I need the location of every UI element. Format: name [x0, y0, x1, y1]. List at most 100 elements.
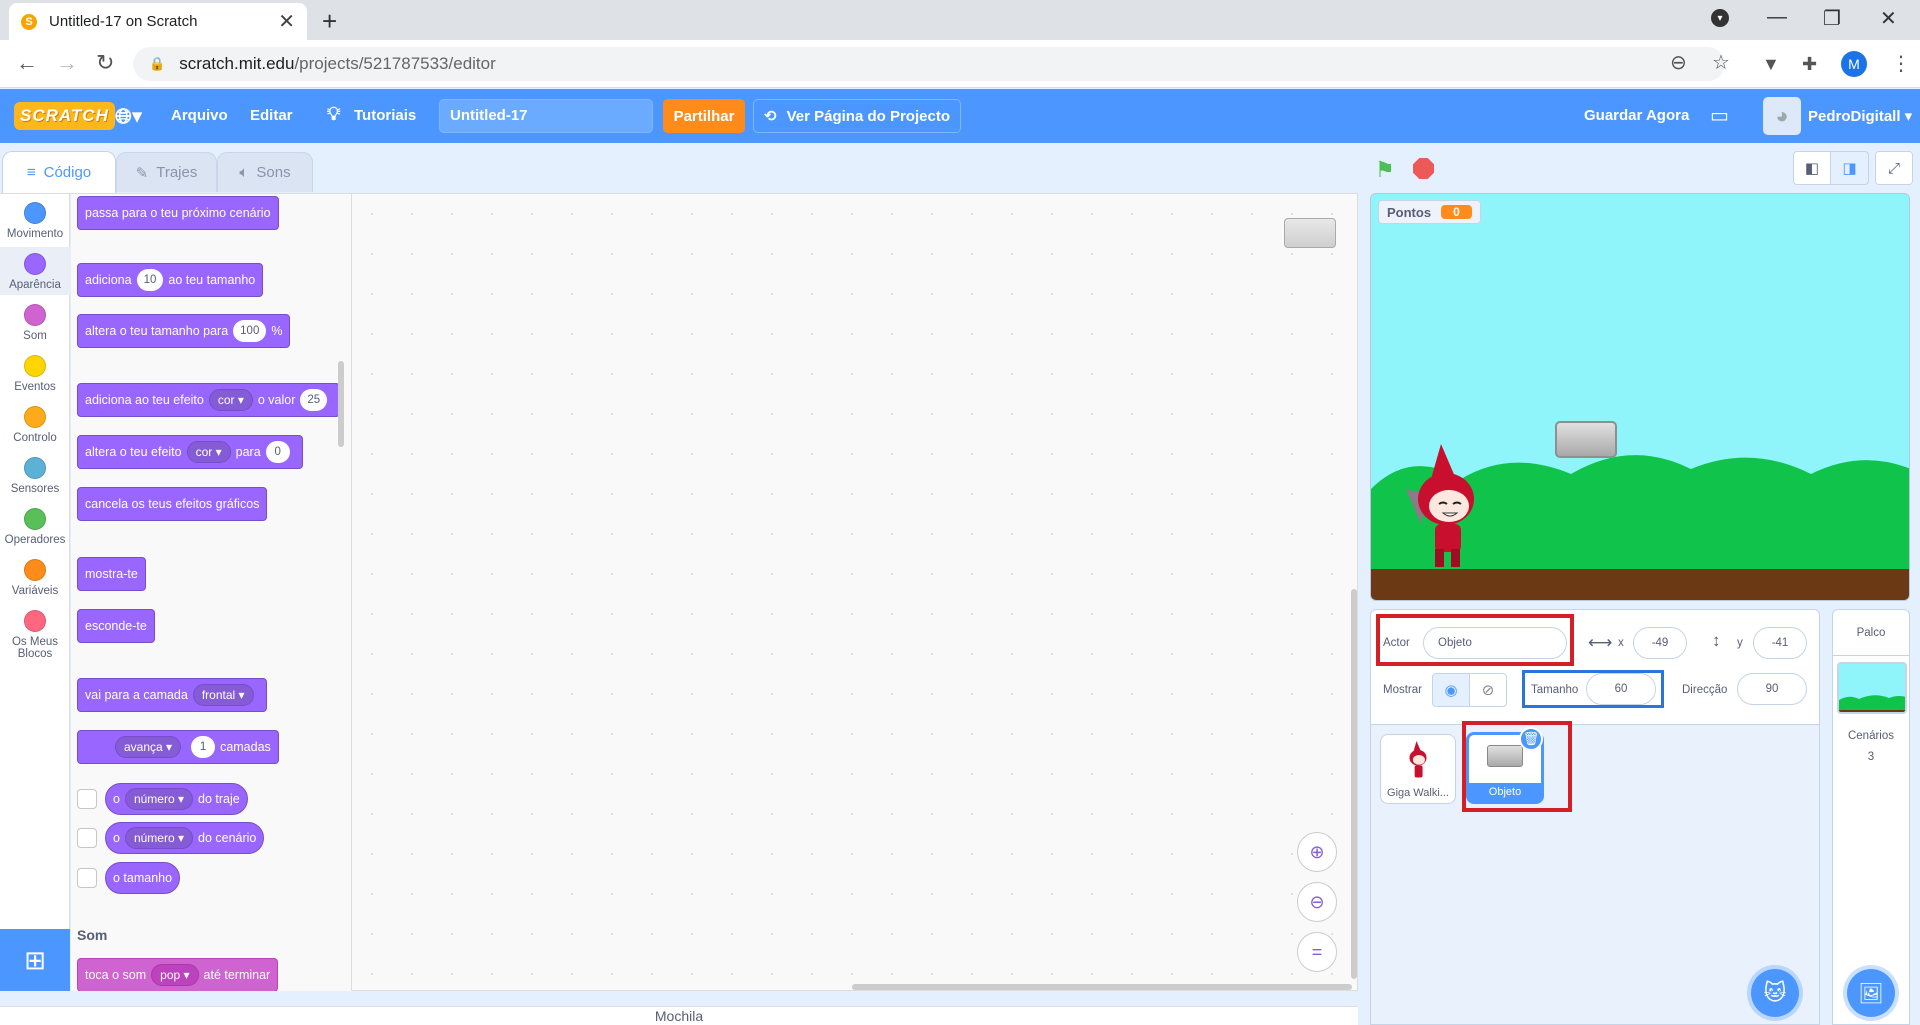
number-name-dropdown[interactable]: número ▾	[124, 827, 193, 849]
stage-target-panel[interactable]: Palco Cenários 3	[1832, 609, 1910, 1025]
share-button[interactable]: Partilhar	[663, 99, 745, 133]
backpack-header[interactable]: Mochila	[0, 1006, 1358, 1025]
direction-dropdown[interactable]: avança ▾	[115, 736, 182, 758]
layer-dropdown[interactable]: frontal ▾	[192, 684, 254, 706]
block-change-effect[interactable]: adiciona ao teu efeito cor ▾ o valor 25	[77, 383, 341, 417]
tab-search-icon[interactable]: ▾	[1711, 9, 1729, 27]
edit-menu[interactable]: Editar	[250, 107, 293, 124]
block-clear-effects[interactable]: cancela os teus efeitos gráficos	[77, 487, 268, 521]
sprite-card-giga[interactable]: Giga Walki...	[1380, 734, 1456, 804]
forward-icon[interactable]: →	[56, 50, 78, 76]
block-number-input[interactable]: 10	[136, 269, 164, 291]
sound-dropdown[interactable]: pop ▾	[151, 964, 199, 986]
extension-icon[interactable]: ▼	[1762, 54, 1780, 75]
monitor-checkbox[interactable]	[77, 789, 97, 809]
block-text: esconde-te	[85, 619, 147, 633]
add-extension-button[interactable]: ⊞	[0, 929, 70, 991]
variable-monitor[interactable]: Pontos 0	[1378, 200, 1481, 224]
script-area[interactable]: ⊕ ⊖ =	[351, 193, 1358, 991]
tab-sounds[interactable]: 🔈︎ Sons	[217, 152, 313, 192]
new-tab-icon[interactable]: +	[322, 6, 337, 37]
block-number-input[interactable]: 0	[265, 441, 290, 463]
category-motion[interactable]: Movimento	[0, 202, 70, 240]
project-title-input[interactable]: Untitled-17	[439, 99, 653, 133]
zoom-in-button[interactable]: ⊕	[1297, 832, 1337, 872]
add-sprite-button[interactable]: 🐱︎	[1751, 969, 1799, 1017]
fullscreen-button[interactable]: ⤢	[1875, 151, 1913, 185]
block-change-size[interactable]: adiciona 10 ao teu tamanho	[77, 263, 264, 297]
category-variables[interactable]: Variáveis	[0, 559, 70, 597]
script-area-vertical-scrollbar[interactable]	[1351, 589, 1357, 979]
block-go-layers[interactable]: avança ▾ 1 camadas	[77, 730, 279, 764]
zoom-reset-button[interactable]: =	[1297, 932, 1337, 972]
show-sprite-button[interactable]: ◉	[1432, 673, 1470, 707]
save-now-button[interactable]: Guardar Agora	[1584, 107, 1689, 124]
block-go-to-layer[interactable]: vai para a camada frontal ▾	[77, 678, 267, 712]
effect-dropdown[interactable]: cor ▾	[186, 441, 231, 463]
profile-avatar[interactable]: M	[1841, 51, 1867, 77]
block-show[interactable]: mostra-te	[77, 557, 146, 591]
giga-sprite[interactable]	[1401, 444, 1491, 569]
add-backdrop-button[interactable]: 🖼︎	[1847, 969, 1895, 1017]
backdrops-count: 3	[1867, 751, 1875, 763]
category-events[interactable]: Eventos	[0, 355, 70, 393]
reporter-size[interactable]: o tamanho	[105, 862, 181, 894]
back-icon[interactable]: ←	[16, 50, 38, 76]
y-position-input[interactable]: -41	[1753, 627, 1807, 659]
normal-stage-button[interactable]: ◨	[1831, 151, 1869, 185]
reporter-backdrop-number[interactable]: o número ▾ do cenário	[105, 822, 265, 854]
browser-menu-icon[interactable]: ⋮	[1891, 51, 1911, 76]
scratch-logo[interactable]: SCRATCH	[14, 102, 115, 130]
number-name-dropdown[interactable]: número ▾	[124, 788, 193, 810]
block-hide[interactable]: esconde-te	[77, 609, 155, 643]
see-project-page-button[interactable]: ⟲ Ver Página do Projecto	[753, 99, 961, 133]
block-set-size[interactable]: altera o teu tamanho para 100 %	[77, 314, 291, 348]
restore-icon[interactable]: ❐	[1823, 6, 1841, 31]
script-area-horizontal-scrollbar[interactable]	[852, 984, 1352, 990]
monitor-checkbox[interactable]	[77, 868, 97, 888]
category-control[interactable]: Controlo	[0, 406, 70, 444]
palette-scrollbar[interactable]	[338, 361, 344, 447]
block-play-sound-until-done[interactable]: toca o som pop ▾ até terminar	[77, 958, 279, 991]
zoom-icon[interactable]: ⊖	[1670, 50, 1687, 75]
direction-input[interactable]: 90	[1737, 673, 1807, 705]
tab-costumes[interactable]: ✎ Trajes	[116, 152, 217, 192]
block-number-input[interactable]: 25	[300, 389, 328, 411]
category-my-blocks[interactable]: Os Meus Blocos	[0, 610, 70, 660]
tab-code[interactable]: ≡ Código	[2, 151, 116, 193]
category-operators[interactable]: Operadores	[0, 508, 70, 546]
browser-tab[interactable]: S Untitled-17 on Scratch ✕	[9, 3, 307, 40]
block-number-input[interactable]: 1	[191, 736, 216, 758]
close-window-icon[interactable]: ✕	[1880, 6, 1897, 31]
user-avatar[interactable]: ◕	[1763, 97, 1801, 135]
zoom-out-button[interactable]: ⊖	[1297, 882, 1337, 922]
stop-icon[interactable]	[1413, 158, 1434, 179]
green-flag-icon[interactable]: ⚑	[1375, 157, 1395, 183]
reload-icon[interactable]: ↻	[96, 50, 114, 76]
block-set-effect[interactable]: altera o teu efeito cor ▾ para 0	[77, 435, 303, 469]
object-sprite[interactable]	[1555, 421, 1617, 458]
stage[interactable]: Pontos 0	[1370, 193, 1910, 601]
effect-dropdown[interactable]: cor ▾	[208, 389, 253, 411]
category-sensing[interactable]: Sensores	[0, 457, 70, 495]
block-next-backdrop[interactable]: passa para o teu próximo cenário	[77, 196, 279, 230]
small-stage-button[interactable]: ◧	[1793, 151, 1831, 185]
bookmark-star-icon[interactable]: ☆	[1712, 50, 1730, 75]
monitor-checkbox[interactable]	[77, 828, 97, 848]
reporter-costume-number[interactable]: o número ▾ do traje	[105, 783, 248, 815]
puzzle-icon[interactable]: ✚	[1802, 54, 1817, 75]
block-number-input[interactable]: 100	[233, 320, 267, 342]
hide-sprite-button[interactable]: ⊘	[1469, 673, 1507, 707]
tutorials-menu[interactable]: Tutoriais	[354, 107, 416, 124]
minimize-icon[interactable]: —	[1767, 6, 1787, 29]
language-globe-icon[interactable]: 🌐︎▾	[115, 104, 142, 129]
file-menu[interactable]: Arquivo	[171, 107, 228, 124]
account-menu[interactable]: PedroDigitall ▾	[1808, 107, 1912, 125]
url-input[interactable]: 🔒 scratch.mit.edu/projects/521787533/edi…	[133, 47, 1725, 81]
category-looks[interactable]: Aparência	[0, 247, 70, 295]
category-sound[interactable]: Som	[0, 304, 70, 342]
my-stuff-folder-icon[interactable]: ▭	[1710, 103, 1729, 128]
close-tab-icon[interactable]: ✕	[278, 9, 295, 34]
url-path: /projects/521787533/editor	[294, 54, 496, 73]
x-position-input[interactable]: -49	[1633, 627, 1687, 659]
